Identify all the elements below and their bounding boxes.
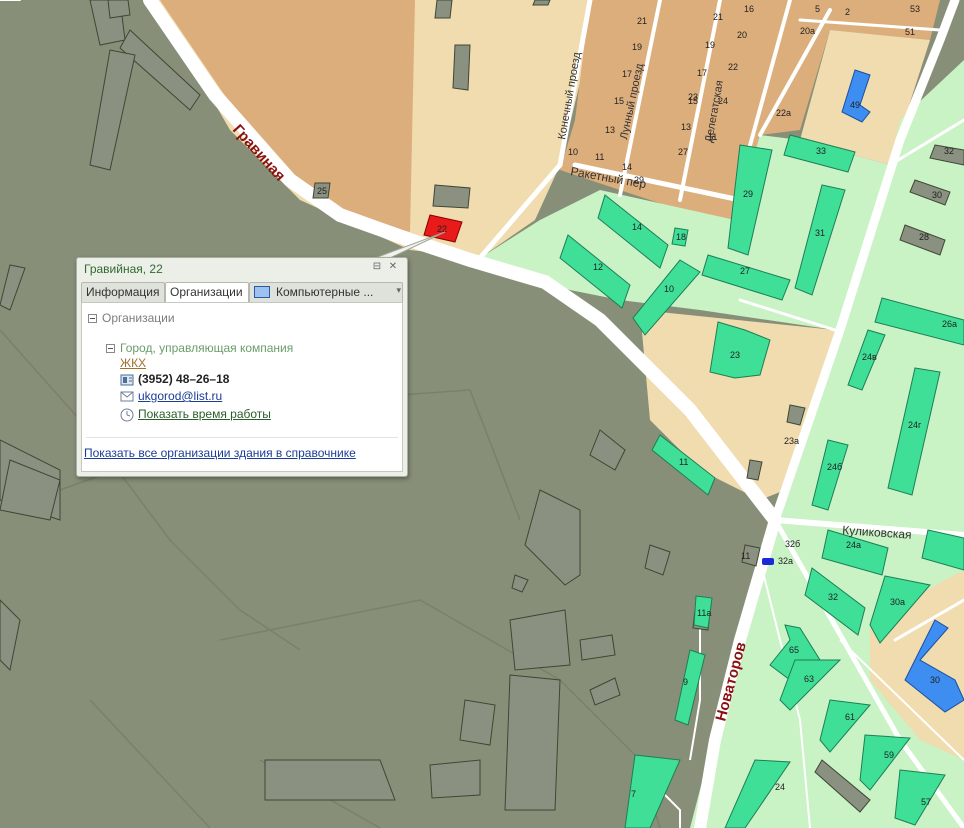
house-number: 61 bbox=[845, 712, 855, 722]
popup-title: Гравийная, 22 bbox=[84, 262, 163, 276]
section-header: Организации bbox=[102, 311, 175, 325]
house-number: 25 bbox=[317, 186, 327, 196]
house-number: 14 bbox=[622, 162, 632, 172]
house-number: 24б bbox=[827, 462, 842, 472]
house-number: 23 bbox=[730, 350, 740, 360]
org-category-link[interactable]: ЖКХ bbox=[120, 356, 146, 370]
org-phone: (3952) 48–26–18 bbox=[138, 372, 230, 386]
house-number: 9 bbox=[683, 677, 688, 687]
house-number: 63 bbox=[804, 674, 814, 684]
house-number: 49 bbox=[850, 100, 860, 110]
popup-content: Организации Город, управляющая компания … bbox=[81, 302, 403, 472]
house-number: 21 bbox=[637, 16, 647, 26]
house-number: 11 bbox=[741, 551, 750, 561]
tab-information[interactable]: Информация bbox=[81, 282, 165, 302]
house-number: 23 bbox=[688, 92, 698, 102]
house-number: 14 bbox=[632, 222, 642, 232]
collapse-icon[interactable] bbox=[88, 314, 97, 324]
house-number: 11 bbox=[679, 457, 688, 467]
house-number: 23а bbox=[784, 436, 799, 446]
house-number: 51 bbox=[905, 27, 915, 37]
house-number: 31 bbox=[815, 228, 825, 238]
house-number: 16 bbox=[744, 4, 754, 14]
building-info-popup: Гравийная, 22 ⊟ ✕ Информация Организации… bbox=[76, 257, 408, 477]
mail-icon bbox=[120, 391, 134, 402]
popup-tabs: Информация Организации Компьютерные ... … bbox=[81, 282, 403, 303]
house-number: 21 bbox=[713, 12, 723, 22]
house-number: 30а bbox=[890, 597, 905, 607]
org-email-link[interactable]: ukgorod@list.ru bbox=[138, 389, 222, 403]
show-all-orgs-link[interactable]: Показать все организации здания в справо… bbox=[84, 446, 356, 460]
house-number: 24в bbox=[862, 352, 877, 362]
collapse-icon[interactable] bbox=[106, 344, 115, 354]
org-category-row: ЖКХ bbox=[120, 356, 146, 370]
org-hours-row: Показать время работы bbox=[120, 407, 271, 422]
house-number: 17 bbox=[697, 68, 707, 78]
house-number: 22 bbox=[728, 62, 738, 72]
house-number: 29 bbox=[743, 189, 753, 199]
house-number: 10 bbox=[664, 284, 674, 294]
house-number: 22а bbox=[776, 108, 791, 118]
house-number: 30 bbox=[932, 190, 942, 200]
divider bbox=[86, 437, 398, 438]
house-number: 12 bbox=[593, 262, 603, 272]
house-number: 29 bbox=[634, 175, 644, 185]
vehicle-marker-icon[interactable] bbox=[762, 558, 774, 565]
popup-titlebar[interactable]: Гравийная, 22 ⊟ ✕ bbox=[77, 258, 407, 278]
house-number: 32 bbox=[828, 592, 838, 602]
house-number: 24 bbox=[775, 782, 785, 792]
footer-row: Показать все организации здания в справо… bbox=[84, 446, 356, 460]
house-number: 13 bbox=[605, 125, 615, 135]
house-number: 10 bbox=[568, 147, 578, 157]
house-number: 26а bbox=[942, 319, 957, 329]
house-number: 20 bbox=[737, 30, 747, 40]
tab-computer[interactable]: Компьютерные ... bbox=[249, 282, 403, 302]
house-number: 11 bbox=[708, 132, 717, 142]
house-number: 59 bbox=[884, 750, 894, 760]
house-number: 57 bbox=[921, 797, 931, 807]
house-number: 7 bbox=[631, 789, 636, 799]
house-number: 18 bbox=[676, 232, 686, 242]
house-number: 53 bbox=[910, 4, 920, 14]
selected-building-number: 22 bbox=[437, 224, 447, 234]
house-number: 19 bbox=[705, 40, 715, 50]
phone-icon bbox=[120, 374, 134, 386]
popup-close-icon[interactable]: ✕ bbox=[387, 261, 399, 273]
house-number: 11а bbox=[697, 608, 711, 618]
house-number: 30 bbox=[930, 675, 940, 685]
clock-icon bbox=[120, 408, 134, 422]
house-number: 11 bbox=[595, 152, 604, 162]
house-number: 19 bbox=[632, 42, 642, 52]
org-name: Город, управляющая компания bbox=[120, 341, 294, 355]
house-number: 2 bbox=[845, 7, 850, 17]
house-number: 5 bbox=[815, 4, 820, 14]
tabs-menu-icon[interactable]: ▾ bbox=[396, 285, 401, 296]
house-number: 28 bbox=[919, 232, 929, 242]
house-number: 13 bbox=[681, 122, 691, 132]
house-number: 32а bbox=[778, 556, 793, 566]
house-number: 27 bbox=[740, 266, 750, 276]
tab-computer-label: Компьютерные ... bbox=[276, 285, 374, 299]
monitor-icon bbox=[254, 286, 270, 298]
house-number: 15 bbox=[614, 96, 624, 106]
house-number: 20а bbox=[800, 26, 815, 36]
org-email-row: ukgorod@list.ru bbox=[120, 389, 222, 403]
house-number: 24а bbox=[846, 540, 861, 550]
house-number: 32 bbox=[944, 146, 954, 156]
house-number: 27 bbox=[678, 147, 688, 157]
house-number: 32б bbox=[785, 539, 800, 549]
house-number: 65 bbox=[789, 645, 799, 655]
org-entry[interactable]: Город, управляющая компания bbox=[106, 341, 293, 355]
popup-pin-icon[interactable]: ⊟ bbox=[371, 261, 383, 273]
tab-organizations[interactable]: Организации bbox=[165, 282, 249, 303]
house-number: 24г bbox=[908, 420, 922, 430]
house-number: 24 bbox=[718, 96, 728, 106]
house-number: 33 bbox=[816, 146, 826, 156]
org-phone-row: (3952) 48–26–18 bbox=[120, 372, 229, 386]
section-organizations[interactable]: Организации bbox=[88, 311, 175, 325]
show-hours-link[interactable]: Показать время работы bbox=[138, 407, 271, 421]
house-number: 17 bbox=[622, 69, 632, 79]
